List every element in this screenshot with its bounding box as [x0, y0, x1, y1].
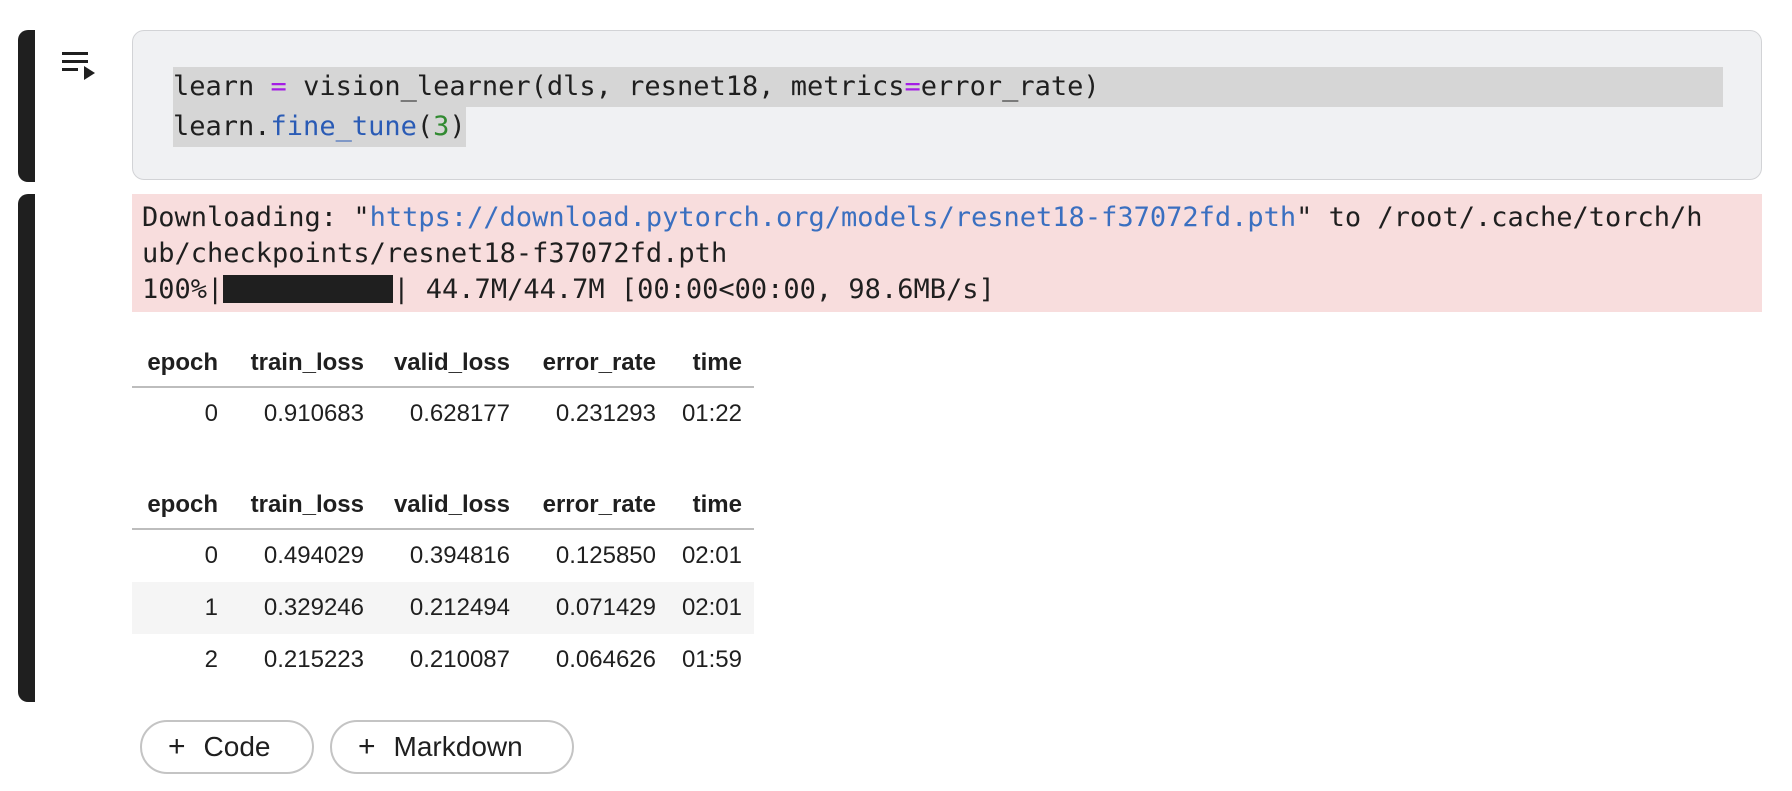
code-operator-token: = [904, 71, 921, 102]
cell-epoch: 0 [204, 400, 218, 427]
column-header-epoch: epoch [132, 340, 230, 388]
column-header-error-rate: error_rate [522, 340, 668, 388]
training-metrics-table-finetune: epoch train_loss valid_loss error_rate t… [132, 482, 754, 686]
cell-error-rate: 0.231293 [555, 400, 656, 427]
code-operator-token: = [270, 71, 287, 102]
code-token: ) [449, 111, 466, 142]
code-token: learn. [173, 111, 271, 142]
download-progress-fill [223, 275, 394, 303]
stderr-line: Downloading: "https://download.pytorch.o… [142, 200, 1752, 236]
plus-icon: + [168, 730, 186, 763]
download-progress-bar [223, 275, 394, 303]
cell-train-loss: 0.215223 [263, 646, 364, 673]
column-header-time: time [668, 482, 754, 530]
add-markdown-cell-button[interactable]: + Markdown [330, 720, 574, 774]
table-row: 2 0.215223 0.210087 0.064626 01:59 [132, 634, 754, 686]
cell-train-loss: 0.494029 [263, 542, 364, 569]
code-token: ( [416, 111, 434, 142]
add-markdown-label: Markdown [393, 731, 523, 762]
code-number-token: 3 [433, 111, 450, 142]
code-token: learn [173, 71, 271, 102]
add-code-label: Code [203, 731, 271, 762]
stderr-text: " to /root/.cache/torch/h [1296, 202, 1703, 233]
cell-epoch: 0 [204, 542, 218, 569]
stderr-text: ub/checkpoints/resnet18-f37072fd.pth [142, 238, 728, 269]
cell-time: 02:01 [668, 582, 754, 634]
cell-epoch: 1 [132, 582, 230, 634]
code-token: vision_learner(dls, resnet18, metrics [286, 71, 905, 102]
cell-valid-loss: 0.394816 [409, 542, 510, 569]
column-header-train-loss: train_loss [230, 340, 376, 388]
training-metrics-table-frozen: epoch train_loss valid_loss error_rate t… [132, 340, 754, 440]
code-line[interactable]: learn.fine_tune(3) [173, 107, 466, 147]
cell-error-rate: 0.071429 [522, 582, 668, 634]
cell-time: 02:01 [681, 542, 742, 569]
column-header-epoch: epoch [132, 482, 230, 530]
stderr-text: Downloading: " [142, 202, 370, 233]
code-line[interactable]: learn = vision_learner(dls, resnet18, me… [173, 67, 1723, 107]
code-function-token: fine_tune [270, 111, 417, 142]
download-progress-line: 100%| | 44.7M/44.7M [00:00<00:00, 98.6MB/… [142, 272, 1752, 308]
input-cell-focus-bar [18, 30, 35, 182]
table-row: 1 0.329246 0.212494 0.071429 02:01 [132, 582, 754, 634]
run-cell-icon[interactable] [62, 50, 108, 90]
cell-train-loss: 0.329246 [230, 582, 376, 634]
cell-error-rate: 0.064626 [555, 646, 656, 673]
column-header-train-loss: train_loss [230, 482, 376, 530]
column-header-time: time [668, 340, 754, 388]
progress-percent: 100%| [142, 274, 224, 305]
cell-valid-loss: 0.210087 [409, 646, 510, 673]
stderr-line: ub/checkpoints/resnet18-f37072fd.pth [142, 236, 1752, 272]
table-row: 0 0.494029 0.394816 0.125850 02:01 [132, 529, 754, 582]
cell-time: 01:22 [681, 400, 742, 427]
cell-epoch: 2 [204, 646, 218, 673]
code-token: error_rate) [920, 71, 1100, 102]
column-header-valid-loss: valid_loss [376, 482, 522, 530]
cell-valid-loss: 0.628177 [409, 400, 510, 427]
download-url-link[interactable]: https://download.pytorch.org/models/resn… [370, 202, 1297, 233]
table-row: 0 0.910683 0.628177 0.231293 01:22 [132, 387, 754, 440]
plus-icon: + [358, 730, 376, 763]
cell-error-rate: 0.125850 [555, 542, 656, 569]
column-header-valid-loss: valid_loss [376, 340, 522, 388]
output-cell-focus-bar [18, 194, 35, 702]
table-header-row: epoch train_loss valid_loss error_rate t… [132, 340, 754, 388]
progress-stats: | 44.7M/44.7M [00:00<00:00, 98.6MB/s] [393, 274, 995, 305]
cell-time: 01:59 [681, 646, 742, 673]
stderr-output: Downloading: "https://download.pytorch.o… [132, 194, 1762, 312]
cell-valid-loss: 0.212494 [376, 582, 522, 634]
cell-train-loss: 0.910683 [263, 400, 364, 427]
add-code-cell-button[interactable]: + Code [140, 720, 314, 774]
table-header-row: epoch train_loss valid_loss error_rate t… [132, 482, 754, 530]
column-header-error-rate: error_rate [522, 482, 668, 530]
code-editor[interactable]: learn = vision_learner(dls, resnet18, me… [132, 30, 1762, 180]
